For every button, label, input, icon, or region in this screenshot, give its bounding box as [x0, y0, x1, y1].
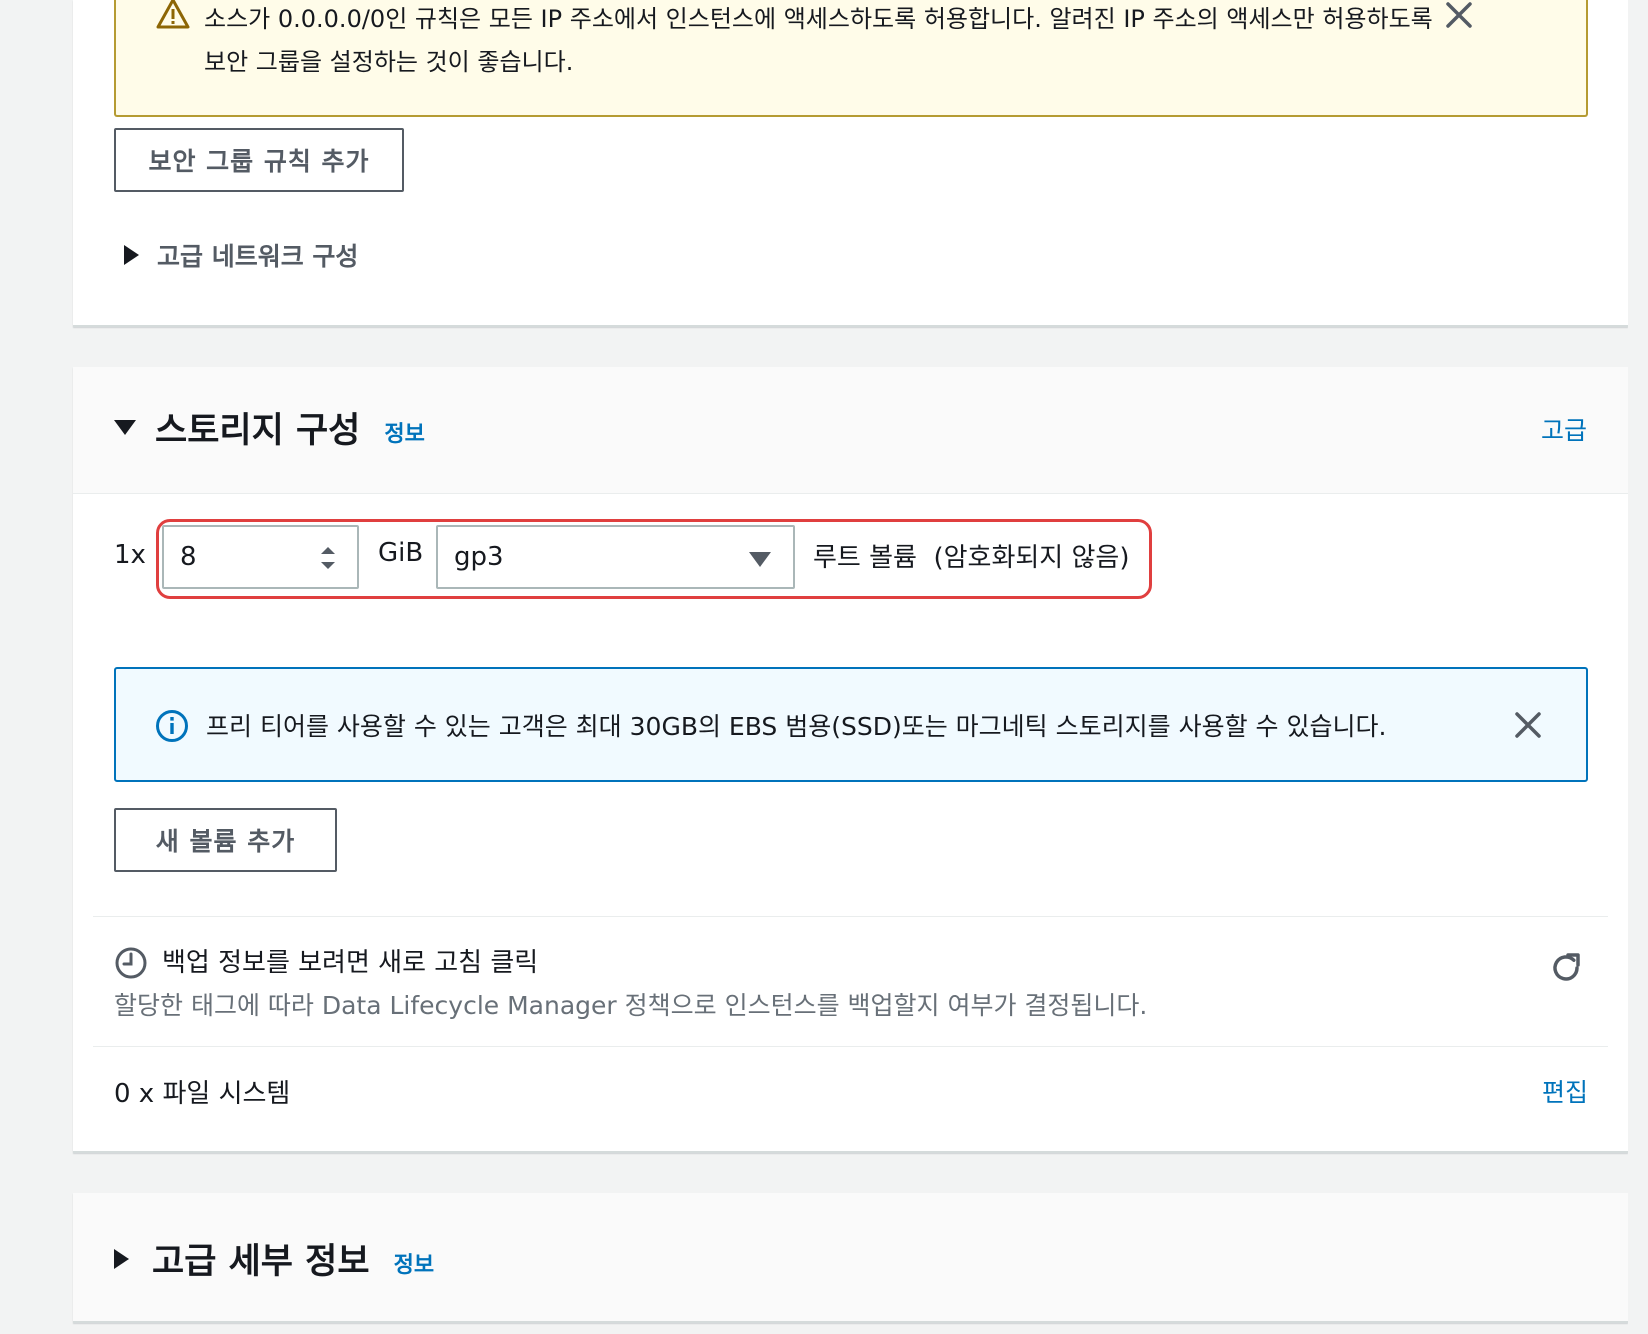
close-icon[interactable] [1444, 0, 1474, 30]
expand-caret-icon [114, 1248, 129, 1269]
storage-advanced-link[interactable]: 고급 [1541, 411, 1587, 447]
storage-config-toggle[interactable]: 스토리지 구성 정보 [114, 402, 425, 453]
storage-config-header: 스토리지 구성 정보 고급 [73, 367, 1628, 494]
add-new-volume-button[interactable]: 새 볼륨 추가 [114, 808, 337, 872]
storage-config-title: 스토리지 구성 [155, 411, 361, 451]
refresh-icon[interactable] [1548, 950, 1584, 986]
file-systems-row: 0 x 파일 시스템 편집 [114, 1069, 1588, 1119]
volume-count: 1x [114, 540, 146, 570]
backup-info-row: 백업 정보를 보려면 새로 고침 클릭 할당한 태그에 따라 Data Life… [114, 942, 1588, 1052]
file-systems-edit-link[interactable]: 편집 [1542, 1073, 1588, 1109]
backup-info-title: 백업 정보를 보려면 새로 고침 클릭 [162, 948, 539, 978]
advanced-details-info-link[interactable]: 정보 [394, 1247, 434, 1279]
free-tier-alert-text: 프리 티어를 사용할 수 있는 고객은 최대 30GB의 EBS 범용(SSD)… [206, 712, 1387, 741]
window-right-margin [1628, 0, 1648, 1334]
collapse-caret-icon [114, 420, 136, 435]
section-divider [93, 1046, 1608, 1047]
highlight-annotation [156, 519, 1152, 599]
file-systems-label: 0 x 파일 시스템 [114, 1079, 291, 1109]
backup-info-description: 할당한 태그에 따라 Data Lifecycle Manager 정책으로 인… [114, 991, 1148, 1020]
advanced-network-config-expander[interactable]: 고급 네트워크 구성 [124, 237, 358, 273]
info-icon [155, 709, 189, 743]
warning-icon [156, 0, 190, 30]
free-tier-info-alert: 프리 티어를 사용할 수 있는 고객은 최대 30GB의 EBS 범용(SSD)… [114, 667, 1588, 782]
advanced-details-panel: 고급 세부 정보 정보 [73, 1193, 1628, 1323]
root-volume-row: 1x 8 GiB gp3 루트 볼륨 (암호화되지 않음) [114, 519, 1214, 599]
storage-config-panel: 스토리지 구성 정보 고급 1x 8 GiB gp3 루트 볼륨 (암호화되지 … [73, 367, 1628, 1153]
advanced-details-title: 고급 세부 정보 [152, 1242, 370, 1282]
expand-caret-icon [124, 245, 139, 265]
add-security-group-rule-button[interactable]: 보안 그룹 규칙 추가 [114, 128, 404, 192]
advanced-network-config-label: 고급 네트워크 구성 [157, 242, 359, 271]
storage-info-link[interactable]: 정보 [384, 416, 424, 448]
close-icon[interactable] [1513, 710, 1543, 740]
network-settings-panel: 소스가 0.0.0.0/0인 규칙은 모든 IP 주소에서 인스턴스에 액세스하… [73, 0, 1628, 327]
open-source-warning-alert: 소스가 0.0.0.0/0인 규칙은 모든 IP 주소에서 인스턴스에 액세스하… [114, 0, 1588, 117]
warning-alert-text: 소스가 0.0.0.0/0인 규칙은 모든 IP 주소에서 인스턴스에 액세스하… [204, 5, 1433, 76]
clock-icon [114, 946, 148, 980]
advanced-details-toggle[interactable]: 고급 세부 정보 정보 [114, 1233, 434, 1284]
section-divider [93, 916, 1608, 917]
